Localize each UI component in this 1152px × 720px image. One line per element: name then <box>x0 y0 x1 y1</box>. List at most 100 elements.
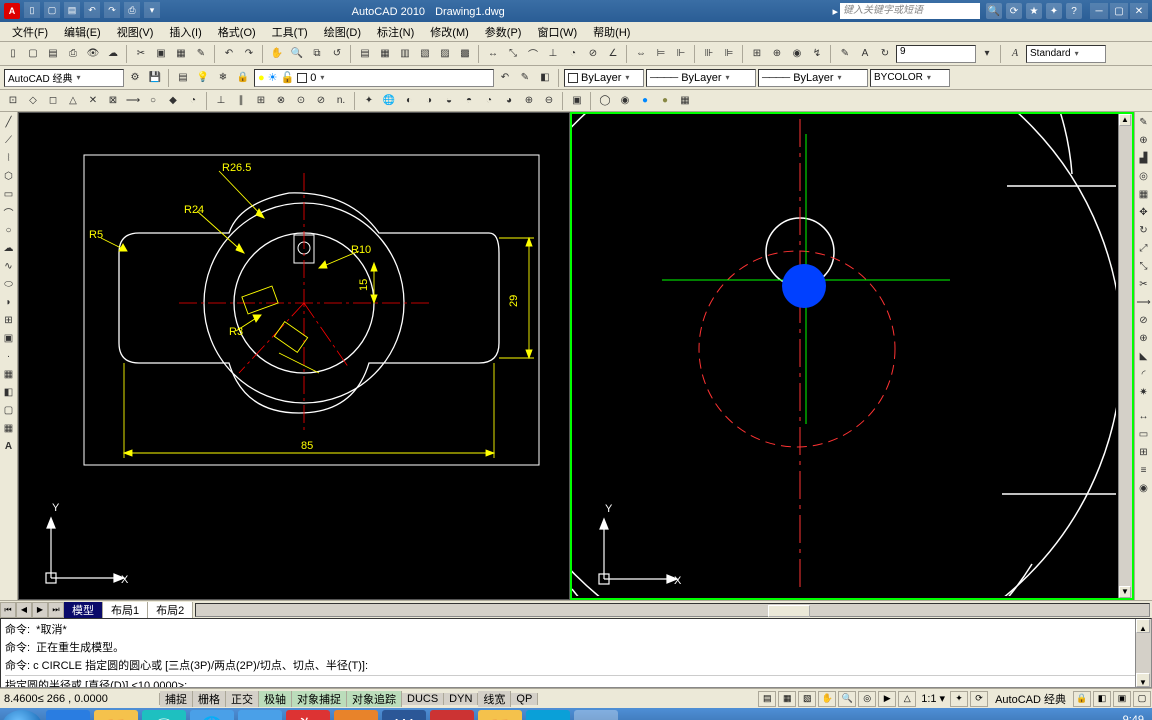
osnap-none-icon[interactable]: ⊘ <box>312 92 330 110</box>
plot-icon[interactable]: ⎙ <box>64 45 82 63</box>
break-icon[interactable]: ⊘ <box>1136 312 1152 328</box>
tab-next-icon[interactable]: ▶ <box>32 602 48 618</box>
zoom-win-icon[interactable]: ⧉ <box>308 45 326 63</box>
render-icon[interactable]: ▣ <box>568 92 586 110</box>
toggle-qp[interactable]: QP <box>511 693 538 705</box>
undo-icon[interactable]: ↶ <box>220 45 238 63</box>
trim-icon[interactable]: ✂ <box>1136 276 1152 292</box>
ucs-prev-icon[interactable]: ◐ <box>400 92 418 110</box>
osnap-end-icon[interactable]: ◻ <box>44 92 62 110</box>
zoom-status-icon[interactable]: 🔍 <box>838 691 856 707</box>
toggle-polar[interactable]: 极轴 <box>259 691 292 707</box>
dimstyle-dd-icon[interactable]: ▾ <box>978 45 996 63</box>
table-icon[interactable]: ▦ <box>1 420 17 436</box>
viewport-right[interactable]: Y X ▲ ▼ <box>570 112 1134 600</box>
region-icon[interactable]: ▢ <box>1 402 17 418</box>
tolerance-icon[interactable]: ⊞ <box>748 45 766 63</box>
task-blank-icon[interactable]: ▫ <box>574 710 618 720</box>
mtext-icon[interactable]: A <box>1 438 17 454</box>
point-icon[interactable]: · <box>1 348 17 364</box>
ann-scale-icon[interactable]: △ <box>898 691 916 707</box>
menu-insert[interactable]: 插入(I) <box>161 24 209 40</box>
osnap-int-icon[interactable]: ✕ <box>84 92 102 110</box>
viewport-left[interactable]: R26.5 R24 R5 R10 R3 85 29 15 Y X <box>18 112 570 600</box>
linetype-dropdown[interactable]: ──── ByLayer <box>646 69 756 87</box>
osnap-tan-icon[interactable]: ◔ <box>184 92 202 110</box>
props-icon[interactable]: ▤ <box>356 45 374 63</box>
osnap-temp-icon[interactable]: ⊡ <box>4 92 22 110</box>
dim-space-icon[interactable]: ⊪ <box>700 45 718 63</box>
circle-icon[interactable]: ○ <box>1 222 17 238</box>
clean-screen-icon[interactable]: ▢ <box>1133 691 1151 707</box>
viewports[interactable]: R26.5 R24 R5 R10 R3 85 29 15 Y X <box>18 112 1134 600</box>
menu-tools[interactable]: 工具(T) <box>264 24 316 40</box>
vscroll-down-icon[interactable]: ▼ <box>1119 586 1131 598</box>
qat-redo-icon[interactable]: ↷ <box>104 2 120 18</box>
workspace-settings-icon[interactable]: ⚙ <box>126 69 144 87</box>
osnap-settings-icon[interactable]: n. <box>332 92 350 110</box>
qat-save-icon[interactable]: ▤ <box>64 2 80 18</box>
quickview-dwg-icon[interactable]: ▧ <box>798 691 816 707</box>
qat-new-icon[interactable]: ▯ <box>24 2 40 18</box>
menu-draw[interactable]: 绘图(D) <box>316 24 369 40</box>
layout-hscroll[interactable] <box>195 603 1150 617</box>
mirror-icon[interactable]: ▟ <box>1136 150 1152 166</box>
ucs-world-icon[interactable]: 🌐 <box>380 92 398 110</box>
tab-last-icon[interactable]: ⏭ <box>48 602 64 618</box>
move-icon[interactable]: ✥ <box>1136 204 1152 220</box>
join-icon[interactable]: ⊕ <box>1136 330 1152 346</box>
dim-angular-icon[interactable]: ∠ <box>604 45 622 63</box>
tab-prev-icon[interactable]: ◀ <box>16 602 32 618</box>
qat-undo-icon[interactable]: ↶ <box>84 2 100 18</box>
array-icon[interactable]: ▦ <box>1136 186 1152 202</box>
ucs-x-icon[interactable]: ⊖ <box>540 92 558 110</box>
osnap-node-icon[interactable]: ⊗ <box>272 92 290 110</box>
toggle-lwt[interactable]: 线宽 <box>478 691 511 707</box>
tray-clock[interactable]: 9:49 2016/1/9 <box>1101 714 1144 720</box>
view-wireframe-icon[interactable]: ◯ <box>596 92 614 110</box>
xline-icon[interactable]: ⟋ <box>1 132 17 148</box>
minimize-button[interactable]: ─ <box>1090 3 1108 19</box>
workspace-save-icon[interactable]: 💾 <box>146 69 164 87</box>
task-pdf-icon[interactable]: ▲ <box>430 710 474 720</box>
model-ps-button[interactable]: ▤ <box>758 691 776 707</box>
insert-block-icon[interactable]: ⊞ <box>1 312 17 328</box>
tab-layout2[interactable]: 布局2 <box>148 602 193 618</box>
view-realistic-icon[interactable]: ● <box>636 92 654 110</box>
ann-auto-icon[interactable]: ⟳ <box>970 691 988 707</box>
dimstyle-num-input[interactable]: 9 <box>896 45 976 63</box>
dim-linear-icon[interactable]: ↔ <box>484 45 502 63</box>
menu-view[interactable]: 视图(V) <box>109 24 162 40</box>
ucs-z-icon[interactable]: ◕ <box>500 92 518 110</box>
text-style-icon[interactable]: A <box>1006 45 1024 63</box>
steering-icon[interactable]: ◎ <box>858 691 876 707</box>
cmd-scroll-up-icon[interactable]: ▲ <box>1136 619 1150 633</box>
command-window[interactable]: 命令: *取消* 命令: 正在重生成模型。 命令: c CIRCLE 指定圆的圆… <box>0 618 1152 688</box>
region-mass-icon[interactable]: ⊞ <box>1136 444 1152 460</box>
list-icon[interactable]: ≡ <box>1136 462 1152 478</box>
dim-tedit-icon[interactable]: A <box>856 45 874 63</box>
layer-dropdown[interactable]: ● ☀ 🔓 0 <box>254 69 494 87</box>
pan-status-icon[interactable]: ✋ <box>818 691 836 707</box>
osnap-appint-icon[interactable]: ⊠ <box>104 92 122 110</box>
publish-icon[interactable]: ☁ <box>104 45 122 63</box>
make-block-icon[interactable]: ▣ <box>1 330 17 346</box>
explode-icon[interactable]: ✷ <box>1136 384 1152 400</box>
calc-icon[interactable]: ▩ <box>456 45 474 63</box>
dim-quick-icon[interactable]: ⇔ <box>632 45 650 63</box>
ellipse-icon[interactable]: ⬭ <box>1 276 17 292</box>
match-icon[interactable]: ✎ <box>192 45 210 63</box>
osnap-par-icon[interactable]: ∥ <box>232 92 250 110</box>
cmd-vscroll[interactable]: ▲ ▼ <box>1135 619 1151 687</box>
workspace-dropdown[interactable]: AutoCAD 经典 <box>4 69 124 87</box>
chamfer-icon[interactable]: ◣ <box>1136 348 1152 364</box>
tab-first-icon[interactable]: ⏮ <box>0 602 16 618</box>
cmd-prompt[interactable]: 指定圆的半径或 [直径(D)] <10.0000>: <box>5 675 1147 688</box>
task-folder2-icon[interactable]: 📁 <box>478 710 522 720</box>
osnap-ext-icon[interactable]: ⟶ <box>124 92 142 110</box>
ann-scale-value[interactable]: 1:1 ▾ <box>917 692 949 705</box>
center-mark-icon[interactable]: ⊕ <box>768 45 786 63</box>
hatch-icon[interactable]: ▦ <box>1 366 17 382</box>
maximize-button[interactable]: ▢ <box>1110 3 1128 19</box>
task-browser2-icon[interactable]: e <box>238 710 282 720</box>
